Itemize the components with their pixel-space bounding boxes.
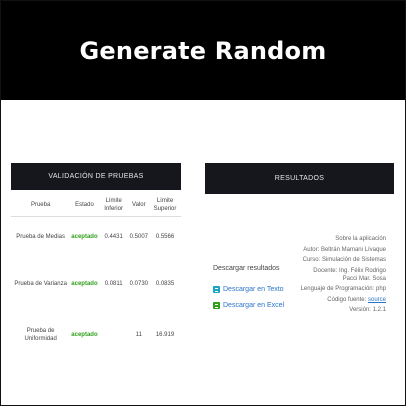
download-label: Descargar resultados <box>213 265 280 272</box>
prueba-cell: Prueba de Varianza <box>14 281 67 287</box>
estado-cell: aceptado <box>71 234 98 241</box>
title-banner: Generate Random <box>1 1 405 100</box>
inferior-cell <box>99 310 129 360</box>
superior-cell: 16.919 <box>155 332 175 338</box>
download-text-icon <box>213 286 220 293</box>
estado-cell: aceptado <box>71 281 98 287</box>
valor-cell: 0.0730 <box>129 281 148 287</box>
superior-cell: 0.0835 <box>155 281 175 287</box>
about-language: Lenguaje de Programación: php <box>300 286 386 292</box>
table-row: Prueba de Medias aceptado 0.4431 0.5007 … <box>11 216 181 258</box>
download-excel-link[interactable]: Descargar en Excel <box>213 302 284 309</box>
prueba-cell: Prueba de Medias <box>16 234 65 241</box>
inferior-cell: 0.0811 <box>104 281 123 287</box>
results-header: RESULTADOS <box>205 163 394 194</box>
validation-table: Prueba Estado Límite Inferior Valor Lími… <box>11 194 181 360</box>
col-limite-inferior: Límite Inferior <box>104 197 123 212</box>
table-row: Prueba de Uniformidad aceptado 11 16.919 <box>11 310 181 360</box>
about-version: Versión: 1.2.1 <box>349 307 386 313</box>
inferior-cell: 0.4431 <box>104 234 123 241</box>
col-prueba: Prueba <box>30 201 51 208</box>
about-course: Curso: Simulación de Sistemas <box>302 257 386 263</box>
table-row: Prueba de Varianza aceptado 0.0811 0.073… <box>11 258 181 310</box>
page-title: Generate Random <box>79 36 327 65</box>
superior-cell: 0.5566 <box>155 234 175 241</box>
download-excel-label: Descargar en Excel <box>223 302 285 309</box>
col-valor: Valor <box>132 201 146 208</box>
estado-cell: aceptado <box>71 332 98 338</box>
about-author: Autor: Beltrán Mamani Lívaque <box>303 246 386 253</box>
prueba-cell: Prueba de Uniformidad <box>24 328 57 342</box>
source-link[interactable]: source <box>368 297 386 303</box>
valor-cell: 11 <box>135 332 142 338</box>
col-estado: Estado <box>75 201 94 208</box>
about-title: Sobre la aplicación <box>335 236 386 242</box>
source-prefix: Código fuente: <box>327 296 368 303</box>
download-text-label: Descargar en Texto <box>223 286 284 293</box>
about-source: Código fuente: source <box>300 296 386 304</box>
validation-header: VALIDACIÓN DE PRUEBAS <box>11 163 181 190</box>
valor-cell: 0.5007 <box>129 234 148 241</box>
download-excel-icon <box>213 302 220 309</box>
about-teacher: Docente: Ing. Félix Rodrigo Pacci Mar. S… <box>313 267 386 282</box>
download-text-link[interactable]: Descargar en Texto <box>213 286 284 293</box>
col-limite-superior: Límite Superior <box>153 197 177 212</box>
about-panel: Sobre la aplicación Autor: Beltrán Maman… <box>300 235 386 317</box>
